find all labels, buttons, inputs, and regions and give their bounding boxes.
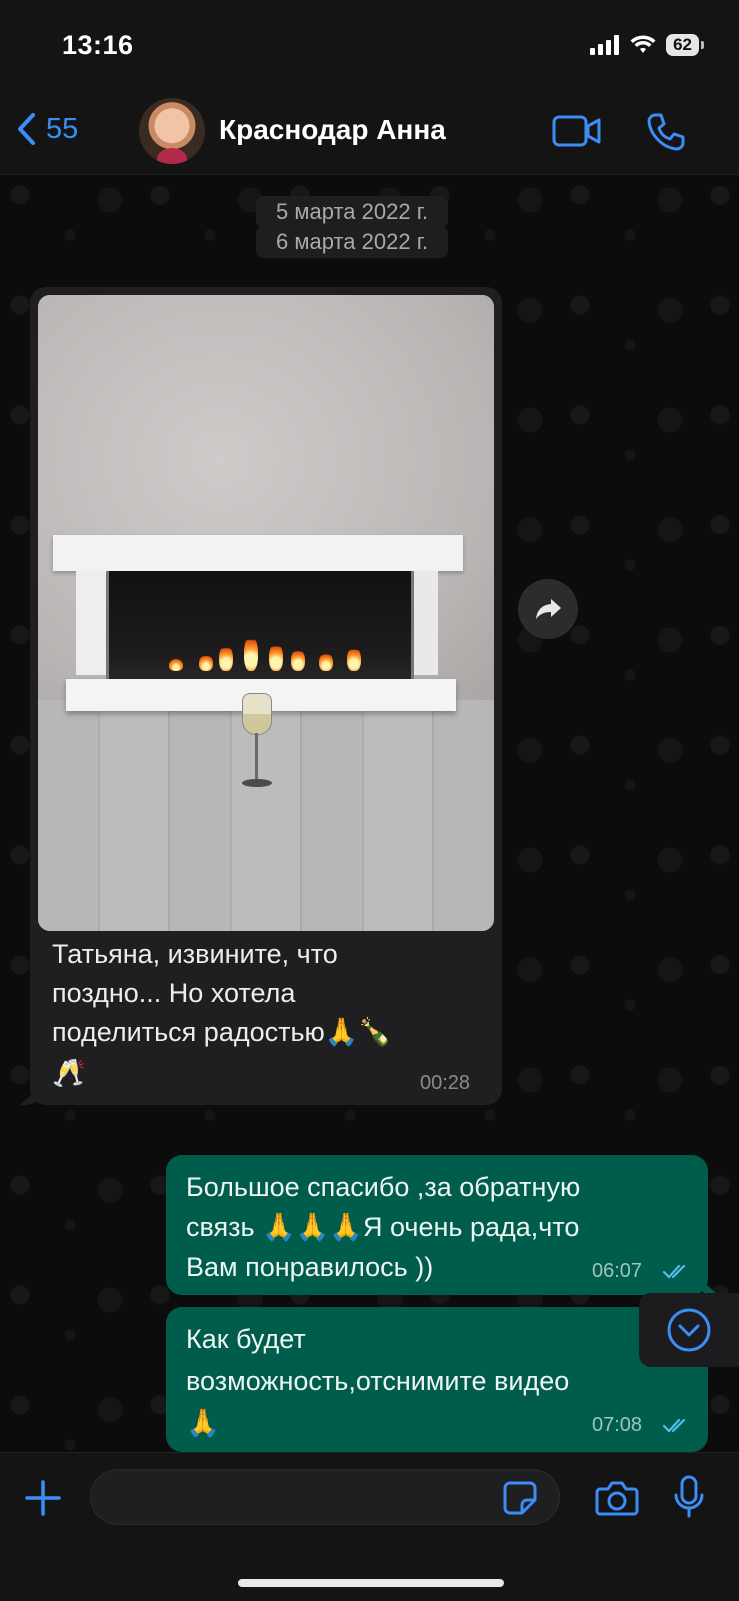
chevron-left-icon xyxy=(18,113,35,145)
message-text-line: поделиться радостью🙏🍾 xyxy=(52,1017,393,1047)
date-separator: 5 марта 2022 г. xyxy=(256,196,449,228)
microphone-icon[interactable] xyxy=(672,1475,706,1519)
read-ticks-icon xyxy=(662,1264,686,1279)
message-text-line: возможность,отснимите видео xyxy=(186,1366,570,1396)
contact-avatar[interactable] xyxy=(139,98,205,164)
sticker-icon[interactable] xyxy=(502,1480,538,1516)
fireplace-photo[interactable] xyxy=(38,295,494,931)
message-input[interactable] xyxy=(90,1469,560,1525)
date-separator: 6 марта 2022 г. xyxy=(256,226,449,258)
message-time: 06:07 xyxy=(592,1260,643,1282)
message-time: 07:08 xyxy=(592,1414,643,1436)
message-text-line: Большое спасибо ,за обратную xyxy=(186,1172,581,1202)
message-text-line: связь 🙏🙏🙏Я очень рада,что xyxy=(186,1212,580,1242)
chat-area[interactable]: 5 марта 2022 г. 6 марта 2022 г. Татьяна,… xyxy=(0,175,739,1452)
read-ticks-icon xyxy=(662,1418,686,1433)
contact-name[interactable]: Краснодар Анна xyxy=(219,114,446,146)
fireplace-left-pillar xyxy=(76,571,106,675)
incoming-message[interactable]: Татьяна, извините, что поздно... Но хоте… xyxy=(30,287,502,1105)
message-input-bar xyxy=(0,1452,739,1601)
wine-glass xyxy=(242,693,272,787)
back-button[interactable]: 55 xyxy=(16,112,78,146)
wifi-icon xyxy=(630,35,656,53)
share-arrow-icon xyxy=(536,599,561,619)
chevron-down-icon xyxy=(667,1308,711,1352)
fireplace-mantel xyxy=(53,535,463,571)
outgoing-message[interactable]: Большое спасибо ,за обратную связь 🙏🙏🙏Я … xyxy=(166,1155,708,1295)
video-camera-icon[interactable] xyxy=(552,114,602,148)
fireplace-firebox xyxy=(106,571,414,692)
camera-icon[interactable] xyxy=(595,1479,639,1517)
chat-header: 55 Краснодар Анна xyxy=(0,92,739,175)
unread-count: 55 xyxy=(46,112,79,145)
message-time: 00:28 xyxy=(420,1072,471,1094)
outgoing-message[interactable]: Как будет возможность,отснимите видео 🙏 … xyxy=(166,1307,708,1452)
scroll-to-bottom-button[interactable] xyxy=(639,1293,739,1367)
status-icons: 62 xyxy=(590,33,704,57)
forward-button[interactable] xyxy=(518,579,578,639)
plus-icon[interactable] xyxy=(24,1479,62,1517)
message-text-line: Как будет xyxy=(186,1324,306,1354)
phone-icon[interactable] xyxy=(646,112,686,152)
signal-icon xyxy=(590,35,620,55)
message-text-line: поздно... Но хотела xyxy=(52,978,296,1008)
message-text-line: Татьяна, извините, что xyxy=(52,939,338,969)
home-indicator xyxy=(238,1579,504,1587)
battery-indicator: 62 xyxy=(666,34,704,56)
status-bar: 13:16 62 xyxy=(0,0,739,92)
status-time: 13:16 xyxy=(62,30,134,60)
